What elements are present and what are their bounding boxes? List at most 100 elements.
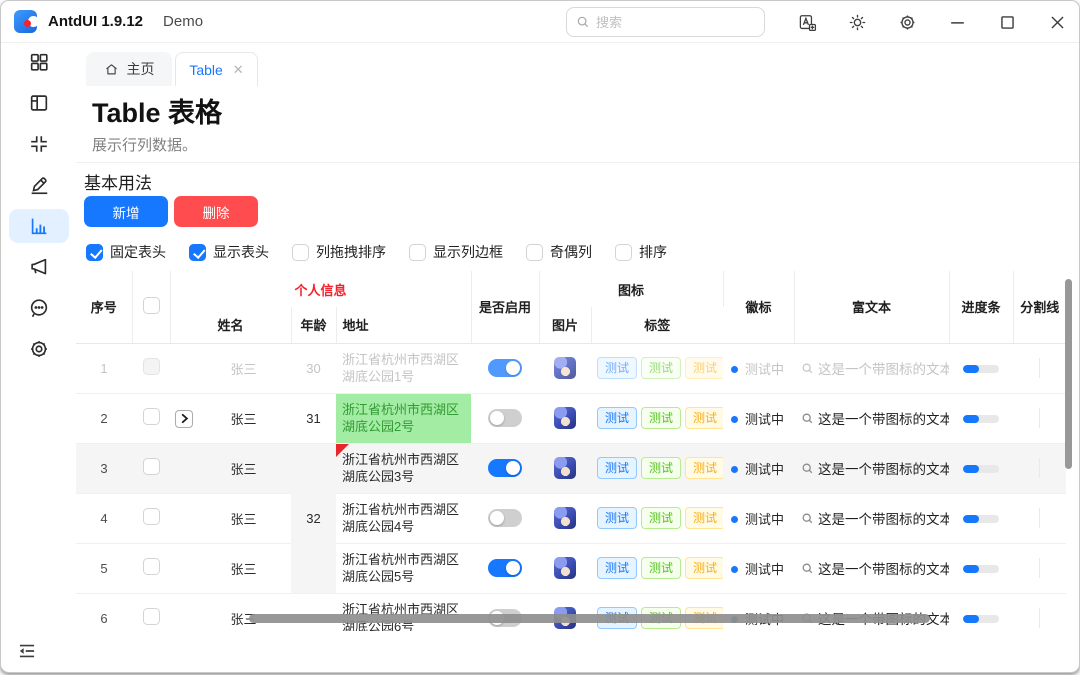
- tags-cell: 测试测试测试: [591, 593, 723, 631]
- search-input[interactable]: [596, 15, 736, 30]
- maximize-icon[interactable]: [998, 13, 1017, 32]
- enabled-switch[interactable]: [488, 509, 522, 527]
- select-all-checkbox[interactable]: [143, 297, 160, 314]
- app-title: AntdUI 1.9.12: [48, 13, 143, 30]
- option-label: 显示列边框: [433, 242, 503, 262]
- header-enabled: 是否启用: [471, 271, 539, 343]
- table-option[interactable]: 奇偶列: [526, 242, 592, 262]
- shrink-corners-icon: [28, 133, 50, 155]
- name-cell: 张三: [170, 493, 291, 543]
- checkbox-cell: [132, 443, 170, 493]
- sidebar-item-edit[interactable]: [9, 168, 69, 202]
- row-checkbox[interactable]: [143, 558, 160, 575]
- settings-gear-icon[interactable]: [898, 13, 917, 32]
- delete-button[interactable]: 删除: [174, 196, 258, 227]
- badge-cell: 测试中: [723, 393, 794, 443]
- option-checkbox[interactable]: [526, 244, 543, 261]
- address-text: 浙江省杭州市西湖区湖底公园1号: [336, 351, 471, 385]
- sidebar-item-feedback[interactable]: [9, 250, 69, 284]
- app-logo-icon: [14, 10, 37, 33]
- tags-cell: 测试测试测试: [591, 493, 723, 543]
- avatar-image[interactable]: [554, 457, 576, 479]
- sidebar-item-chat[interactable]: [9, 291, 69, 325]
- table-option[interactable]: 显示列边框: [409, 242, 503, 262]
- age-cell: 32: [291, 443, 336, 593]
- header-index: 序号: [76, 271, 132, 343]
- vertical-scrollbar-thumb[interactable]: [1065, 279, 1072, 469]
- data-table: 序号 个人信息 是否启用 图标 徽标 富文本 进度条 分割线 姓名 年龄 地址: [76, 271, 1066, 631]
- header-checkbox-cell: [132, 271, 170, 343]
- table-row[interactable]: 6张三浙江省杭州市西湖区湖底公园6号测试测试测试测试中这是一个带图标的文本: [76, 593, 1066, 631]
- search-box[interactable]: [566, 7, 765, 37]
- sidebar-item-layout[interactable]: [9, 86, 69, 120]
- sidebar-item-settings[interactable]: [9, 332, 69, 366]
- address-text: 浙江省杭州市西湖区湖底公园4号: [336, 501, 471, 535]
- badge-text: 测试中: [745, 562, 784, 577]
- table-row[interactable]: 4张三浙江省杭州市西湖区湖底公园4号测试测试测试测试中这是一个带图标的文本: [76, 493, 1066, 543]
- enabled-cell: [471, 593, 539, 631]
- avatar-image[interactable]: [554, 357, 576, 379]
- table-option[interactable]: 排序: [615, 242, 667, 262]
- enabled-switch[interactable]: [488, 409, 522, 427]
- toolbar: 新增 删除: [84, 196, 258, 227]
- enabled-cell: [471, 393, 539, 443]
- row-checkbox[interactable]: [143, 458, 160, 475]
- header-richtext: 富文本: [794, 271, 949, 343]
- sidebar-item-overview[interactable]: [9, 45, 69, 79]
- add-button[interactable]: 新增: [84, 196, 168, 227]
- bar-chart-icon: [28, 215, 50, 237]
- name-text: 张三: [230, 359, 256, 378]
- table-row[interactable]: 5张三浙江省杭州市西湖区湖底公园5号测试测试测试测试中这是一个带图标的文本: [76, 543, 1066, 593]
- table-option[interactable]: 固定表头: [86, 242, 166, 262]
- option-checkbox[interactable]: [615, 244, 632, 261]
- tag: 测试: [685, 507, 723, 529]
- table-option[interactable]: 显示表头: [189, 242, 269, 262]
- tag: 测试: [685, 557, 723, 579]
- row-checkbox[interactable]: [143, 608, 160, 625]
- table-header: 序号 个人信息 是否启用 图标 徽标 富文本 进度条 分割线 姓名 年龄 地址: [76, 271, 1066, 343]
- row-checkbox[interactable]: [143, 408, 160, 425]
- sidebar-item-data-display[interactable]: [9, 209, 69, 243]
- option-checkbox[interactable]: [409, 244, 426, 261]
- avatar-image[interactable]: [554, 407, 576, 429]
- close-icon[interactable]: [1048, 13, 1067, 32]
- option-checkbox[interactable]: [86, 244, 103, 261]
- table-option[interactable]: 列拖拽排序: [292, 242, 386, 262]
- progress-bar: [963, 365, 999, 373]
- avatar-image[interactable]: [554, 507, 576, 529]
- table-row[interactable]: 3张三32浙江省杭州市西湖区湖底公园3号测试测试测试测试中这是一个带图标的文本: [76, 443, 1066, 493]
- tags-cell: 测试测试测试: [591, 543, 723, 593]
- tag: 测试: [685, 357, 723, 379]
- sidebar-item-shrink[interactable]: [9, 127, 69, 161]
- avatar-image[interactable]: [554, 557, 576, 579]
- expand-button[interactable]: [175, 410, 193, 428]
- search-icon: [801, 412, 818, 427]
- close-tab-icon[interactable]: ✕: [233, 62, 244, 78]
- divider-line: [1039, 408, 1040, 428]
- row-checkbox[interactable]: [143, 508, 160, 525]
- page-subtitle: 展示行列数据。: [92, 134, 197, 155]
- progress-bar: [963, 615, 999, 623]
- enabled-switch[interactable]: [488, 559, 522, 577]
- translate-icon[interactable]: [798, 13, 817, 32]
- option-checkbox[interactable]: [189, 244, 206, 261]
- name-text: 张三: [230, 559, 256, 578]
- tab-home[interactable]: 主页: [86, 52, 172, 86]
- table-row[interactable]: 2张三31浙江省杭州市西湖区湖底公园2号测试测试测试测试中这是一个带图标的文本: [76, 393, 1066, 443]
- theme-sun-icon[interactable]: [848, 13, 867, 32]
- table-body: 1张三30浙江省杭州市西湖区湖底公园1号测试测试测试测试中这是一个带图标的文本2…: [76, 343, 1066, 631]
- enabled-switch[interactable]: [488, 359, 522, 377]
- horizontal-scrollbar-thumb[interactable]: [249, 614, 930, 623]
- tag: 测试: [597, 557, 637, 579]
- enabled-switch[interactable]: [488, 459, 522, 477]
- progress-bar: [963, 565, 999, 573]
- tab-bar: 主页 Table ✕: [76, 43, 1079, 86]
- enabled-cell: [471, 443, 539, 493]
- menu-fold-button[interactable]: [17, 641, 37, 661]
- table-row[interactable]: 1张三30浙江省杭州市西湖区湖底公园1号测试测试测试测试中这是一个带图标的文本: [76, 343, 1066, 393]
- option-checkbox[interactable]: [292, 244, 309, 261]
- row-checkbox[interactable]: [143, 358, 160, 375]
- tab-label: 主页: [127, 59, 155, 79]
- minimize-icon[interactable]: [948, 13, 967, 32]
- tab-table[interactable]: Table ✕: [175, 52, 258, 86]
